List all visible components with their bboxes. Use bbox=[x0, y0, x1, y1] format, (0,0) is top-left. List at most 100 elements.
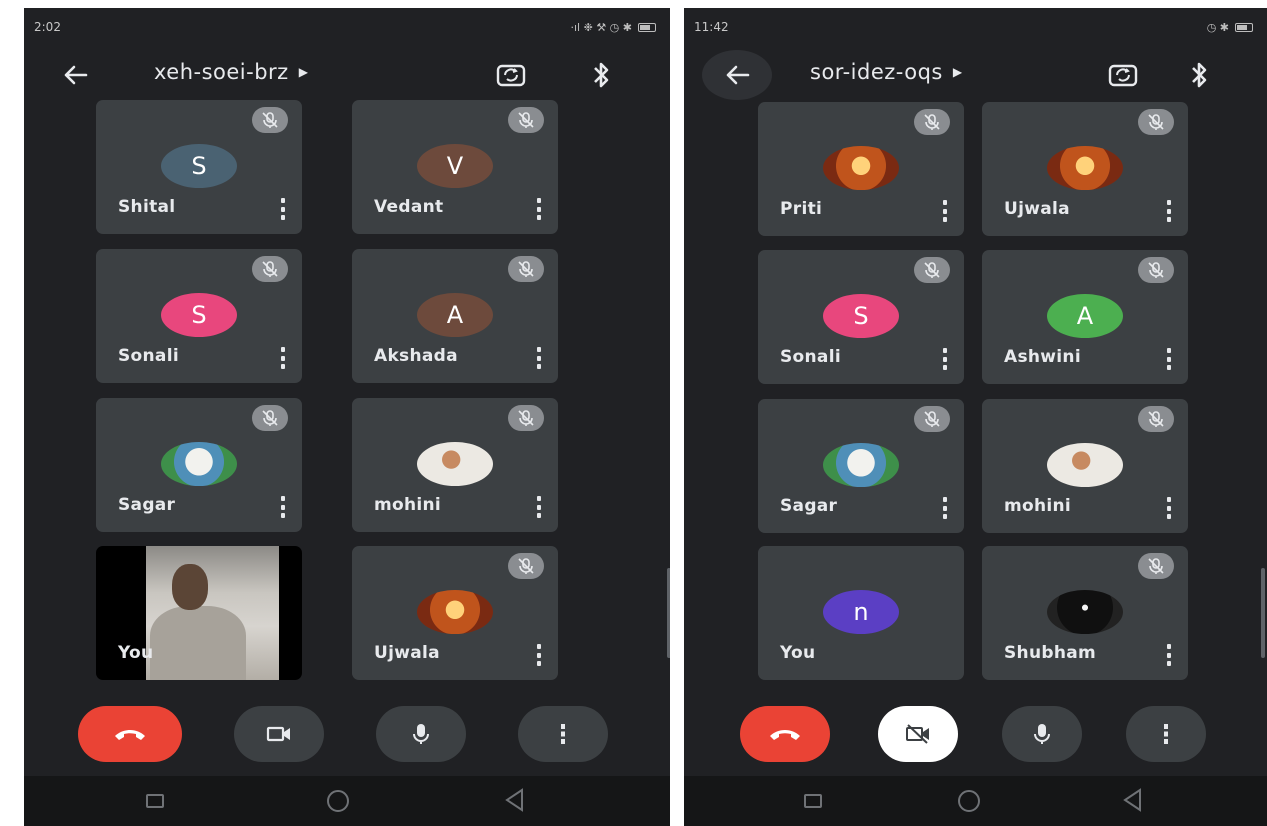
participant-menu-icon[interactable] bbox=[534, 496, 544, 518]
participant-tile[interactable]: Priti bbox=[758, 102, 964, 236]
nav-back-button[interactable] bbox=[504, 788, 524, 812]
recents-button[interactable] bbox=[146, 794, 164, 808]
participant-menu-icon[interactable] bbox=[534, 198, 544, 220]
participant-menu-icon[interactable] bbox=[278, 347, 288, 369]
mic-off-icon bbox=[508, 553, 544, 579]
participant-menu-icon[interactable] bbox=[940, 497, 950, 519]
mic-off-icon bbox=[1138, 109, 1174, 135]
mic-toggle-button[interactable] bbox=[376, 706, 466, 762]
participant-tile[interactable]: S Sonali bbox=[758, 250, 964, 384]
camera-off-icon bbox=[906, 724, 929, 744]
participant-tile[interactable]: S Sonali bbox=[96, 249, 302, 383]
switch-camera-icon[interactable] bbox=[1106, 58, 1140, 92]
status-icon-glyphs: ◷ ✱ bbox=[1206, 20, 1229, 34]
participant-tile[interactable]: n You bbox=[758, 546, 964, 680]
mic-off-icon bbox=[508, 107, 544, 133]
status-bar: 11:42 ◷ ✱ bbox=[684, 8, 1267, 46]
meeting-code-button[interactable]: xeh-soei-brz ▶ bbox=[154, 60, 308, 84]
mic-off-icon bbox=[914, 109, 950, 135]
participant-menu-icon[interactable] bbox=[534, 644, 544, 666]
scrollbar[interactable] bbox=[667, 568, 670, 658]
participant-tile[interactable]: A Ashwini bbox=[982, 250, 1188, 384]
caret-right-icon: ▶ bbox=[952, 65, 963, 79]
switch-camera-icon[interactable] bbox=[494, 58, 528, 92]
camera-toggle-button[interactable] bbox=[234, 706, 324, 762]
participant-name: Ujwala bbox=[374, 643, 440, 663]
meeting-code: sor-idez-oqs bbox=[810, 60, 943, 84]
home-button[interactable] bbox=[958, 790, 980, 812]
participant-tile[interactable]: Ujwala bbox=[982, 102, 1188, 236]
silhouette-avatar-photo bbox=[1047, 590, 1123, 634]
participant-name: Ashwini bbox=[1004, 347, 1081, 367]
mic-off-icon bbox=[252, 107, 288, 133]
avatar-initial: S bbox=[161, 293, 237, 337]
mic-icon bbox=[413, 724, 429, 744]
status-icon-glyphs: ·ıl ❉ ⚒ ◷ ✱ bbox=[570, 20, 633, 34]
participant-menu-icon[interactable] bbox=[534, 347, 544, 369]
participant-name: mohini bbox=[1004, 496, 1072, 516]
bluetooth-audio-icon[interactable] bbox=[1184, 58, 1214, 92]
participant-menu-icon[interactable] bbox=[940, 348, 950, 370]
mic-off-icon bbox=[1138, 406, 1174, 432]
hang-up-icon bbox=[770, 730, 800, 740]
participant-name: Vedant bbox=[374, 197, 444, 217]
participant-name: Shital bbox=[118, 197, 176, 217]
self-video-feed bbox=[146, 546, 279, 680]
mic-off-icon bbox=[508, 256, 544, 282]
phone-screen-left: 2:02 ·ıl ❉ ⚒ ◷ ✱ xeh-soei-brz ▶ S Shital V… bbox=[24, 8, 670, 826]
back-arrow-icon[interactable] bbox=[54, 54, 96, 96]
participant-tile[interactable]: Sagar bbox=[96, 398, 302, 532]
participant-tile[interactable]: You bbox=[96, 546, 302, 680]
bluetooth-audio-icon[interactable] bbox=[586, 58, 616, 92]
participant-name: Akshada bbox=[374, 346, 458, 366]
participant-name: You bbox=[780, 643, 816, 663]
mic-off-icon bbox=[1138, 257, 1174, 283]
participant-menu-icon[interactable] bbox=[940, 200, 950, 222]
camera-toggle-button[interactable] bbox=[878, 706, 958, 762]
mic-toggle-button[interactable] bbox=[1002, 706, 1082, 762]
avatar-initial: S bbox=[823, 294, 899, 338]
participant-menu-icon[interactable] bbox=[1164, 348, 1174, 370]
participant-tile[interactable]: Sagar bbox=[758, 399, 964, 533]
back-arrow-icon[interactable] bbox=[702, 50, 772, 100]
participant-menu-icon[interactable] bbox=[1164, 497, 1174, 519]
home-button[interactable] bbox=[327, 790, 349, 812]
participant-tile[interactable]: Ujwala bbox=[352, 546, 558, 680]
recents-button[interactable] bbox=[804, 794, 822, 808]
scrollbar[interactable] bbox=[1261, 568, 1265, 658]
status-icons: ◷ ✱ bbox=[1207, 21, 1253, 34]
more-options-icon bbox=[1164, 724, 1168, 744]
more-options-button[interactable] bbox=[518, 706, 608, 762]
deity-avatar-photo bbox=[1047, 146, 1123, 190]
avatar-initial: A bbox=[417, 293, 493, 337]
participant-menu-icon[interactable] bbox=[1164, 644, 1174, 666]
participant-name: Sonali bbox=[780, 347, 841, 367]
mic-off-icon bbox=[914, 406, 950, 432]
participant-tile[interactable]: mohini bbox=[352, 398, 558, 532]
caret-right-icon: ▶ bbox=[298, 65, 309, 79]
more-options-icon bbox=[561, 724, 565, 744]
avatar-initial: n bbox=[823, 590, 899, 634]
participant-menu-icon[interactable] bbox=[278, 198, 288, 220]
participant-tile[interactable]: V Vedant bbox=[352, 100, 558, 234]
status-time: 11:42 bbox=[694, 20, 729, 34]
mic-off-icon bbox=[252, 405, 288, 431]
person-avatar-photo bbox=[417, 442, 493, 486]
participant-name: mohini bbox=[374, 495, 442, 515]
nav-back-button[interactable] bbox=[1122, 788, 1142, 812]
participant-tile[interactable]: S Shital bbox=[96, 100, 302, 234]
participant-menu-icon[interactable] bbox=[1164, 200, 1174, 222]
deity-avatar-photo bbox=[417, 590, 493, 634]
phone-screen-right: 11:42 ◷ ✱ sor-idez-oqs ▶ Priti Ujwala S Son… bbox=[684, 8, 1267, 826]
more-options-button[interactable] bbox=[1126, 706, 1206, 762]
android-nav-bar bbox=[684, 776, 1267, 826]
meeting-code-button[interactable]: sor-idez-oqs ▶ bbox=[810, 60, 963, 84]
hang-up-button[interactable] bbox=[740, 706, 830, 762]
participant-tile[interactable]: A Akshada bbox=[352, 249, 558, 383]
call-controls bbox=[684, 706, 1267, 770]
participant-tile[interactable]: mohini bbox=[982, 399, 1188, 533]
participant-tile[interactable]: Shubham bbox=[982, 546, 1188, 680]
participant-menu-icon[interactable] bbox=[278, 496, 288, 518]
avatar-initial: S bbox=[161, 144, 237, 188]
hang-up-button[interactable] bbox=[78, 706, 182, 762]
